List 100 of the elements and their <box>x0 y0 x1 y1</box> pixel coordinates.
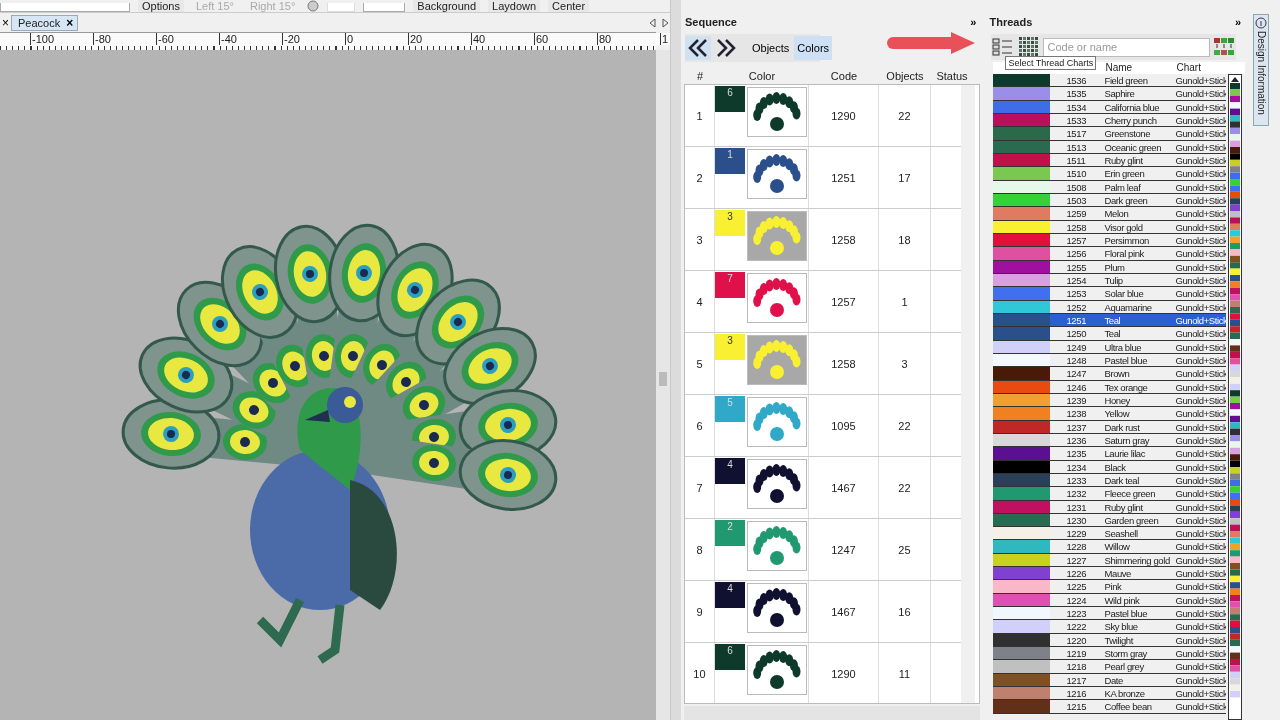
double-chevron-right-icon <box>715 38 737 58</box>
expand-button[interactable]: » <box>970 16 977 28</box>
name-cell-text: Dark teal <box>1103 473 1140 487</box>
name-cell-text: KA bronze <box>1103 687 1146 700</box>
row-number: 1 <box>685 85 715 146</box>
color-swatch: 4 <box>715 582 745 608</box>
code-cell-text: 1255 <box>1065 260 1088 273</box>
column-header[interactable]: Code <box>809 70 879 82</box>
name-cell-text: Ultra blue <box>1103 340 1143 353</box>
search-field[interactable]: Code or name <box>1043 37 1211 57</box>
code-cell-text: 1247 <box>1065 367 1088 380</box>
name-cell-text: Brown <box>1103 367 1131 380</box>
expand-button[interactable]: » <box>1234 16 1242 28</box>
row-number: 8 <box>685 519 715 580</box>
name-cell-text: Laurie lilac <box>1103 447 1147 460</box>
code-cell-text: 1535 <box>1065 87 1088 100</box>
row-number: 10 <box>685 643 715 703</box>
name-cell-text: Tulip <box>1103 273 1124 287</box>
table-row[interactable]: 9 4 1467 16 <box>685 581 961 643</box>
document-tab[interactable]: Peacock × <box>11 15 79 31</box>
ruler-label: 80 <box>597 33 660 45</box>
name-cell-text: Pearl grey <box>1103 660 1145 673</box>
name-cell-text: Plum <box>1103 260 1126 273</box>
count-cell: 22 <box>879 457 931 518</box>
color-swatch: 6 <box>715 86 745 112</box>
view-toggle[interactable]: Colors <box>794 36 833 60</box>
scrollbar[interactable] <box>656 50 670 720</box>
name-cell-text: Persimmon <box>1103 233 1150 247</box>
toolbar-button[interactable]: Laydown <box>488 0 541 12</box>
name-cell-text: Saphire <box>1103 87 1136 100</box>
code-cell-text: 1225 <box>1065 580 1088 593</box>
table-row[interactable]: 4 7 1257 1 <box>685 271 961 333</box>
name-cell-text: Dark rust <box>1103 420 1141 433</box>
column-header[interactable]: Objects <box>879 70 931 82</box>
close-button[interactable]: × <box>66 17 74 29</box>
name-cell-text: Field green <box>1103 74 1149 87</box>
table-row[interactable]: 3 3 1258 18 <box>685 209 961 271</box>
tab-label[interactable]: Peacock <box>18 17 61 29</box>
code-cell-text: 1238 <box>1065 407 1088 420</box>
name-cell-text: Ruby glint <box>1103 500 1144 513</box>
table-row[interactable]: 6 5 1095 22 <box>685 395 961 457</box>
double-chevron-left-icon <box>687 38 709 58</box>
table-row[interactable]: 5 3 1258 3 <box>685 333 961 395</box>
column-header[interactable]: Color <box>715 70 809 82</box>
code-cell-text: 1534 <box>1065 100 1088 113</box>
side-tab[interactable]: Design Information <box>1253 14 1269 126</box>
color-palette-icon <box>1213 37 1236 57</box>
text-field[interactable] <box>363 3 406 12</box>
code-cell: 1247 <box>809 519 879 580</box>
code-cell-text: 1257 <box>1065 233 1088 247</box>
name-cell-text: Aquamarine <box>1103 300 1153 313</box>
name-cell-text: Palm leaf <box>1103 180 1142 193</box>
name-cell-text: Twilight <box>1103 633 1135 647</box>
close-button[interactable]: × <box>0 16 11 30</box>
table-row[interactable]: 8 2 1247 25 <box>685 519 961 581</box>
column-header[interactable]: Status <box>931 70 973 82</box>
color-swatch: 5 <box>715 396 745 422</box>
code-cell-text: 1217 <box>1065 673 1088 687</box>
table-row[interactable]: 2 1 1251 17 <box>685 147 961 209</box>
column-header[interactable]: Name <box>1102 62 1174 74</box>
grid-icon <box>1018 36 1041 58</box>
name-cell-text: California blue <box>1103 100 1161 113</box>
palette-button[interactable] <box>1212 36 1237 58</box>
name-cell-text: Saturn gray <box>1103 433 1151 447</box>
table-row[interactable]: 1 6 1290 22 <box>685 85 961 147</box>
code-cell-text: 1258 <box>1065 220 1088 233</box>
color-strip-scrollbar[interactable] <box>1228 74 1243 720</box>
name-cell-text: Visor gold <box>1103 220 1144 233</box>
code-cell-text: 1223 <box>1065 607 1088 620</box>
previous-button[interactable] <box>685 36 711 60</box>
toolbar-button[interactable]: Center <box>548 0 590 12</box>
tab-label[interactable]: Design Information <box>1255 31 1267 115</box>
row-number: 4 <box>685 271 715 332</box>
code-cell: 1095 <box>809 395 879 456</box>
code-cell: 1258 <box>809 209 879 270</box>
count-cell: 18 <box>879 209 931 270</box>
code-cell-text: 1252 <box>1065 300 1088 313</box>
column-header[interactable]: Chart <box>1173 62 1227 74</box>
code-cell-text: 1233 <box>1065 473 1088 487</box>
view-toggle[interactable]: Objects <box>749 36 793 60</box>
column-header[interactable]: # <box>685 70 715 82</box>
code-cell-text: 1248 <box>1065 353 1088 367</box>
table-row[interactable]: 7 4 1467 22 <box>685 457 961 519</box>
code-cell-text: 1236 <box>1065 433 1088 447</box>
code-cell: 1467 <box>809 457 879 518</box>
count-cell: 25 <box>879 519 931 580</box>
count-cell: 17 <box>879 147 931 208</box>
name-cell-text: Fleece green <box>1103 487 1157 500</box>
toolbar-button[interactable]: Background <box>413 0 481 12</box>
code-cell-text: 1259 <box>1065 207 1088 220</box>
code-cell-text: 1218 <box>1065 660 1088 673</box>
toolbar-button[interactable]: Options <box>138 0 184 12</box>
code-cell-text: 1231 <box>1065 500 1088 513</box>
text-field[interactable] <box>0 3 130 12</box>
code-cell: 1290 <box>809 643 879 703</box>
code-cell-text: 1251 <box>1065 313 1088 327</box>
code-cell-text: 1536 <box>1065 74 1088 87</box>
row-number: 7 <box>685 457 715 518</box>
name-cell-text: Solar blue <box>1103 287 1145 300</box>
code-cell-text: 1517 <box>1065 127 1088 140</box>
